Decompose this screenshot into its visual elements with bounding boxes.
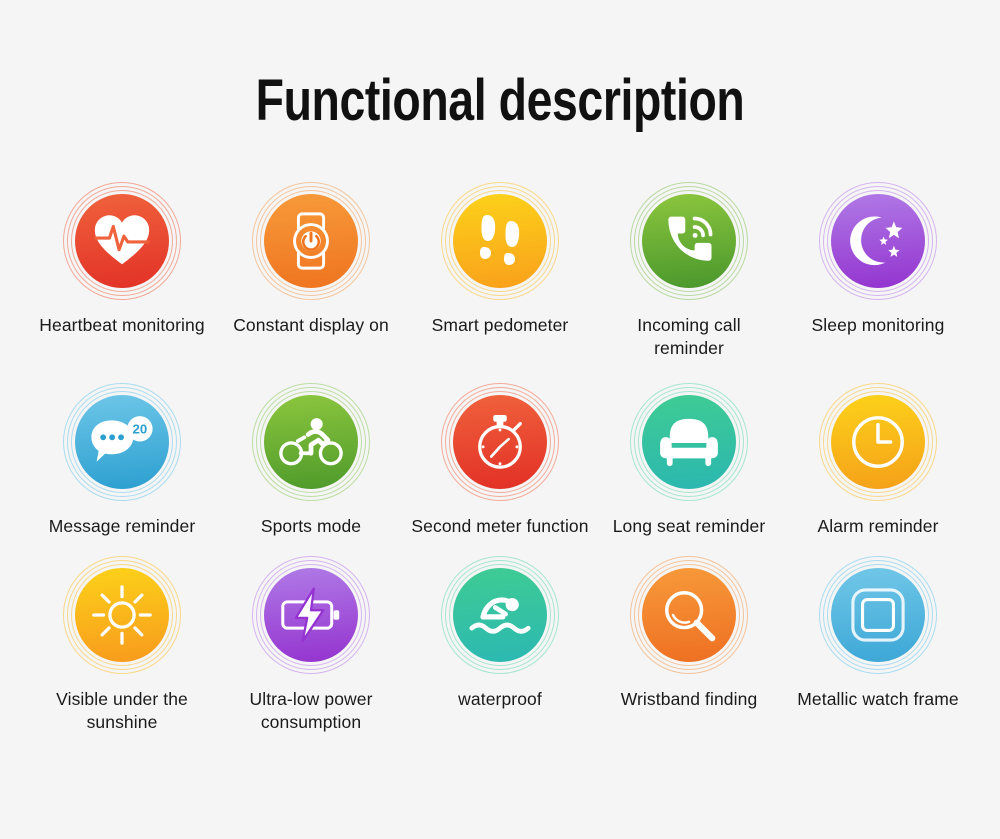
feature-label: Metallic watch frame	[797, 688, 959, 709]
watch-power-icon	[264, 194, 358, 288]
feature-item-constant-display-on[interactable]: Constant display on	[217, 182, 405, 337]
feature-item-metallic-watch-frame[interactable]: Metallic watch frame	[784, 555, 972, 711]
feature-icon-wrap	[819, 382, 937, 501]
feature-item-second-meter-function[interactable]: Second meter function	[406, 382, 594, 538]
feature-label: Ultra-low power consumption	[249, 688, 373, 733]
phone-call-icon	[642, 194, 736, 288]
feature-label: Heartbeat monitoring	[39, 315, 205, 335]
feature-item-sleep-monitoring[interactable]: Sleep monitoring	[784, 182, 972, 337]
feature-item-ultra-low-power-consumption[interactable]: Ultra-low power consumption	[217, 555, 405, 735]
feature-label: Sleep monitoring	[811, 315, 945, 335]
feature-icon-wrap	[630, 555, 748, 674]
feature-icon-wrap	[819, 555, 937, 674]
feature-item-incoming-call-reminder[interactable]: Incoming call reminder	[595, 182, 783, 361]
feature-label: Alarm reminder	[817, 515, 939, 536]
feature-icon-wrap	[441, 555, 559, 674]
page-title: Functional description	[255, 68, 745, 133]
message-bubble-icon: 20	[75, 394, 169, 489]
swimmer-icon	[453, 567, 547, 662]
moon-stars-icon	[831, 194, 925, 288]
feature-item-message-reminder[interactable]: 20 Message reminder	[28, 382, 216, 538]
feature-icon-wrap	[630, 182, 748, 300]
feature-grid: Heartbeat monitoring Constant display on…	[0, 182, 1000, 734]
feature-icon-wrap	[441, 382, 559, 501]
feature-icon-wrap	[630, 382, 748, 501]
feature-item-alarm-reminder[interactable]: Alarm reminder	[784, 382, 972, 538]
feature-label: waterproof	[458, 688, 542, 709]
footprints-icon	[453, 194, 547, 288]
feature-label: Wristband finding	[620, 688, 758, 709]
feature-label: Incoming call reminder	[637, 315, 741, 359]
feature-row-3: Visible under the sunshine Ultra-low pow…	[28, 555, 972, 735]
feature-label: Constant display on	[233, 315, 389, 335]
watch-frame-icon	[831, 567, 925, 662]
feature-item-sports-mode[interactable]: Sports mode	[217, 382, 405, 538]
feature-row-2: 20 Message reminder Sports mode Second m…	[28, 382, 972, 538]
feature-label: Visible under the sunshine	[56, 688, 188, 733]
feature-item-visible-under-the-sunshine[interactable]: Visible under the sunshine	[28, 555, 216, 735]
functional-description-page: Functional description Heartbeat monitor…	[0, 0, 1000, 839]
feature-label: Sports mode	[260, 515, 362, 536]
battery-bolt-icon	[264, 567, 358, 662]
feature-item-heartbeat-monitoring[interactable]: Heartbeat monitoring	[28, 182, 216, 337]
feature-icon-wrap	[63, 555, 181, 674]
feature-label: Second meter function	[411, 515, 589, 536]
heart-pulse-icon	[75, 194, 169, 288]
feature-icon-wrap	[819, 182, 937, 300]
feature-icon-wrap	[252, 382, 370, 501]
clock-icon	[831, 394, 925, 489]
stopwatch-icon	[453, 394, 547, 489]
feature-label: Message reminder	[48, 515, 196, 536]
armchair-icon	[642, 394, 736, 489]
feature-item-wristband-finding[interactable]: Wristband finding	[595, 555, 783, 711]
feature-label: Long seat reminder	[612, 515, 766, 536]
feature-icon-wrap	[252, 182, 370, 300]
feature-row-1: Heartbeat monitoring Constant display on…	[28, 182, 972, 361]
feature-icon-wrap	[252, 555, 370, 674]
feature-icon-wrap	[441, 182, 559, 300]
cyclist-icon	[264, 394, 358, 489]
feature-icon-wrap: 20	[63, 382, 181, 501]
feature-item-smart-pedometer[interactable]: Smart pedometer	[406, 182, 594, 337]
sun-icon	[75, 567, 169, 662]
magnifier-icon	[642, 567, 736, 662]
svg-text:20: 20	[133, 421, 148, 436]
feature-icon-wrap	[63, 182, 181, 300]
feature-item-waterproof[interactable]: waterproof	[406, 555, 594, 711]
feature-label: Smart pedometer	[431, 315, 569, 335]
feature-item-long-seat-reminder[interactable]: Long seat reminder	[595, 382, 783, 538]
